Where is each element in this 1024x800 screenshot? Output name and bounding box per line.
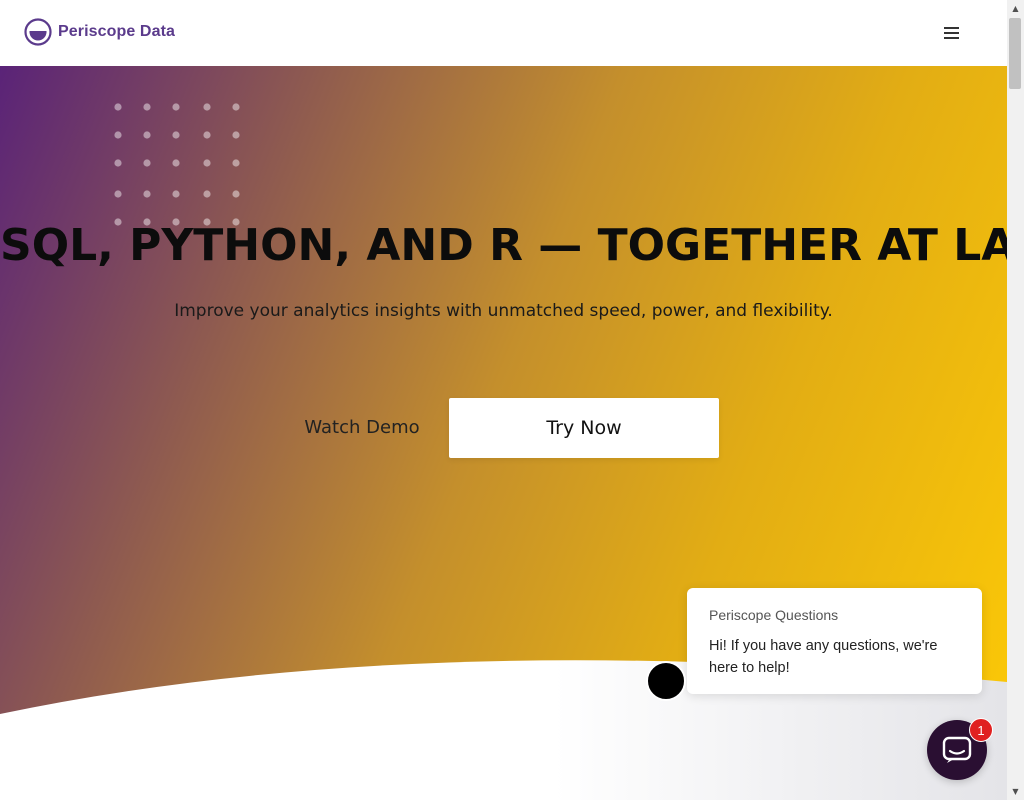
chat-unread-badge: 1 bbox=[969, 718, 993, 742]
logo-text: Periscope Data bbox=[58, 23, 176, 40]
decorative-dot bbox=[203, 131, 211, 139]
try-now-label: Try Now bbox=[546, 417, 622, 439]
periscope-logo-icon bbox=[24, 18, 52, 46]
watch-demo-link[interactable]: Watch Demo bbox=[296, 412, 428, 444]
scroll-up-arrow-icon[interactable]: ▲ bbox=[1007, 0, 1024, 17]
hero-subtitle: Improve your analytics insights with unm… bbox=[174, 301, 833, 321]
decorative-dot bbox=[203, 103, 211, 111]
chat-popup-message: Hi! If you have any questions, we're her… bbox=[709, 638, 938, 676]
decorative-dot bbox=[143, 190, 151, 198]
decorative-dot bbox=[172, 103, 180, 111]
scroll-down-arrow-icon[interactable]: ▼ bbox=[1007, 783, 1024, 800]
chat-bubble-icon bbox=[942, 736, 972, 763]
site-header: Periscope Data bbox=[0, 0, 1007, 66]
decorative-dot bbox=[232, 103, 240, 111]
decorative-dot bbox=[203, 159, 211, 167]
decorative-dot bbox=[114, 131, 122, 139]
chat-agent-avatar bbox=[646, 661, 686, 701]
decorative-dot bbox=[232, 190, 240, 198]
hamburger-menu-icon[interactable] bbox=[938, 22, 964, 44]
chat-popup-title: Periscope Questions bbox=[709, 607, 839, 623]
decorative-dot bbox=[172, 131, 180, 139]
try-now-button[interactable]: Try Now bbox=[449, 398, 719, 458]
logo[interactable]: Periscope Data bbox=[24, 18, 175, 46]
scrollbar-thumb[interactable] bbox=[1009, 18, 1021, 89]
decorative-dot bbox=[114, 103, 122, 111]
decorative-dot bbox=[172, 190, 180, 198]
decorative-dot bbox=[143, 159, 151, 167]
decorative-dot bbox=[172, 159, 180, 167]
hero-title: SQL, PYTHON, AND R — TOGETHER AT LAST bbox=[0, 220, 1007, 271]
decorative-dot bbox=[143, 103, 151, 111]
vertical-scrollbar[interactable]: ▲ ▼ bbox=[1007, 0, 1024, 800]
decorative-dot bbox=[232, 159, 240, 167]
chat-popup[interactable]: Periscope Questions Hi! If you have any … bbox=[687, 588, 982, 694]
decorative-dot bbox=[232, 131, 240, 139]
decorative-dot bbox=[143, 131, 151, 139]
decorative-dot bbox=[114, 190, 122, 198]
decorative-dot bbox=[203, 190, 211, 198]
decorative-dot bbox=[114, 159, 122, 167]
